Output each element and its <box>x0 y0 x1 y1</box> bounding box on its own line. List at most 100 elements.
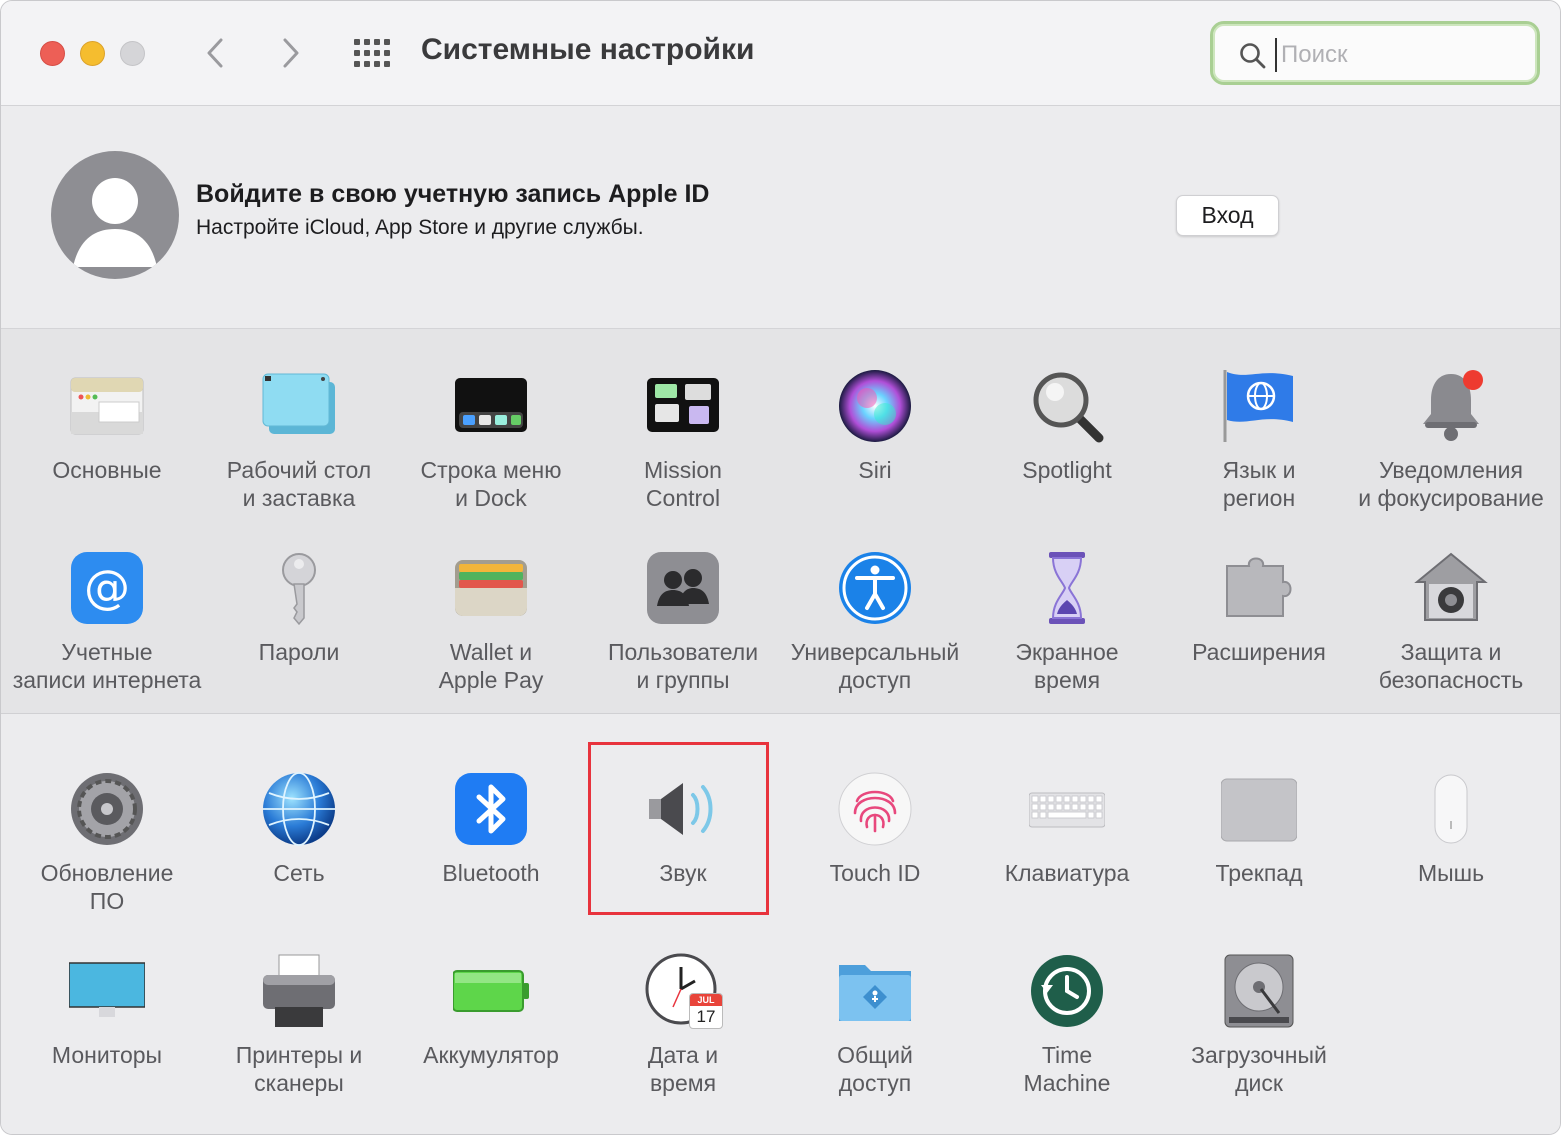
pane-mission-control[interactable]: Mission Control <box>587 368 779 538</box>
calendar-day: 17 <box>696 1007 716 1026</box>
calendar-badge: JUL 17 <box>689 993 723 1029</box>
pane-language[interactable]: Язык и регион <box>1163 368 1355 538</box>
pane-mouse[interactable]: Мышь <box>1355 771 1547 941</box>
fingerprint-icon <box>838 772 912 846</box>
time-machine-icon <box>1031 955 1103 1027</box>
language-flag-icon <box>1223 370 1293 442</box>
pane-printers[interactable]: Принтеры и сканеры <box>203 953 395 1123</box>
pane-label: Экранное время <box>1015 639 1119 693</box>
pane-siri[interactable]: Siri <box>779 368 971 538</box>
pane-security[interactable]: Защита и безопасность <box>1355 550 1547 720</box>
svg-text:@: @ <box>84 560 130 614</box>
chevron-right-icon <box>283 38 299 68</box>
pane-label: Сеть <box>273 860 325 886</box>
pane-label: Клавиатура <box>1004 860 1130 886</box>
show-all-button[interactable] <box>353 38 391 68</box>
pane-sound[interactable]: Звук <box>587 771 779 941</box>
hourglass-icon <box>1049 552 1085 624</box>
keyboard-icon <box>1029 792 1105 828</box>
pane-label: Time Machine <box>1023 1042 1111 1096</box>
pane-label: Мышь <box>1417 860 1485 886</box>
apple-id-title: Войдите в свою учетную запись Apple ID <box>196 180 710 208</box>
login-button[interactable]: Вход <box>1176 195 1279 236</box>
pane-battery[interactable]: Аккумулятор <box>395 953 587 1123</box>
pane-label: Пользователи и группы <box>607 639 759 693</box>
speaker-icon <box>649 783 713 835</box>
apple-id-section: Войдите в свою учетную запись Apple ID Н… <box>1 106 1560 329</box>
pane-software-update[interactable]: Обновление ПО <box>11 771 203 941</box>
puzzle-icon <box>1226 557 1292 617</box>
pane-label: Siri <box>858 457 892 483</box>
wallet-icon <box>455 560 527 616</box>
system-preferences-window: Системные настройки Войдите в свою учетн… <box>0 0 1561 1135</box>
dock-icon <box>455 378 527 432</box>
pane-label: Пароли <box>258 639 340 665</box>
pane-general[interactable]: Основные <box>11 368 203 538</box>
pane-label: Звук <box>659 860 707 886</box>
titlebar: Системные настройки <box>1 1 1560 106</box>
mission-control-icon <box>647 378 719 432</box>
users-icon <box>647 552 719 624</box>
printer-icon <box>263 954 335 1027</box>
back-button[interactable] <box>197 35 233 71</box>
pane-label: Дата и время <box>647 1042 719 1096</box>
pane-label: Wallet и Apple Pay <box>438 639 544 693</box>
close-button[interactable] <box>40 41 65 66</box>
pane-sharing[interactable]: Общий доступ <box>779 953 971 1123</box>
pane-passwords[interactable]: Пароли <box>203 550 395 720</box>
pane-date-time[interactable]: JUL 17 Дата и время <box>587 953 779 1123</box>
pane-label: Трекпад <box>1215 860 1303 886</box>
general-icon <box>70 377 144 435</box>
pane-label: Рабочий стол и заставка <box>226 457 372 511</box>
person-icon <box>73 178 157 267</box>
pane-label: Аккумулятор <box>423 1042 559 1068</box>
pane-label: Язык и регион <box>1222 457 1296 511</box>
hard-disk-icon <box>1224 954 1294 1028</box>
pane-label: Общий доступ <box>837 1042 913 1096</box>
pane-label: Мониторы <box>51 1042 163 1068</box>
calendar-month: JUL <box>690 994 722 1006</box>
forward-button[interactable] <box>273 35 309 71</box>
window-title: Системные настройки <box>421 33 755 66</box>
pane-label: Загрузочный диск <box>1191 1042 1327 1096</box>
pane-label: Учетные записи интернета <box>12 639 202 693</box>
grid-icon <box>354 39 390 67</box>
pane-displays[interactable]: Мониторы <box>11 953 203 1123</box>
pane-label: Защита и безопасность <box>1378 639 1524 693</box>
pane-screen-time[interactable]: Экранное время <box>971 550 1163 720</box>
pane-dock[interactable]: Строка меню и Dock <box>395 368 587 538</box>
gear-icon <box>71 773 143 845</box>
pane-wallet[interactable]: Wallet и Apple Pay <box>395 550 587 720</box>
pane-users[interactable]: Пользователи и группы <box>587 550 779 720</box>
desktop-icon <box>262 373 335 434</box>
pane-internet-accounts[interactable]: @ Учетные записи интернета <box>11 550 203 720</box>
key-icon <box>282 553 316 626</box>
pane-label: Spotlight <box>1022 457 1112 483</box>
search-input[interactable] <box>1275 38 1523 72</box>
sharing-folder-icon <box>839 965 911 1021</box>
pane-notifications[interactable]: Уведомления и фокусирование <box>1355 368 1547 538</box>
zoom-button[interactable] <box>120 41 145 66</box>
pane-extensions[interactable]: Расширения <box>1163 550 1355 720</box>
monitor-icon <box>69 962 145 1017</box>
pane-label: Основные <box>52 457 162 483</box>
siri-icon <box>839 370 911 442</box>
pane-bluetooth[interactable]: Bluetooth <box>395 771 587 941</box>
pane-desktop[interactable]: Рабочий стол и заставка <box>203 368 395 538</box>
house-lock-icon <box>1414 552 1488 621</box>
pane-spotlight[interactable]: Spotlight <box>971 368 1163 538</box>
pane-accessibility[interactable]: Универсальный доступ <box>779 550 971 720</box>
search-field[interactable] <box>1210 21 1540 85</box>
pane-startup-disk[interactable]: Загрузочный диск <box>1163 953 1355 1123</box>
pane-keyboard[interactable]: Клавиатура <box>971 771 1163 941</box>
pane-label: Строка меню и Dock <box>420 457 562 511</box>
minimize-button[interactable] <box>80 41 105 66</box>
pane-touch-id[interactable]: Touch ID <box>779 771 971 941</box>
pane-time-machine[interactable]: Time Machine <box>971 953 1163 1123</box>
pane-network[interactable]: Сеть <box>203 771 395 941</box>
spotlight-icon <box>1033 372 1104 443</box>
bluetooth-icon <box>455 773 527 845</box>
avatar[interactable] <box>51 151 179 279</box>
pane-trackpad[interactable]: Трекпад <box>1163 771 1355 941</box>
pane-label: Универсальный доступ <box>790 639 960 693</box>
